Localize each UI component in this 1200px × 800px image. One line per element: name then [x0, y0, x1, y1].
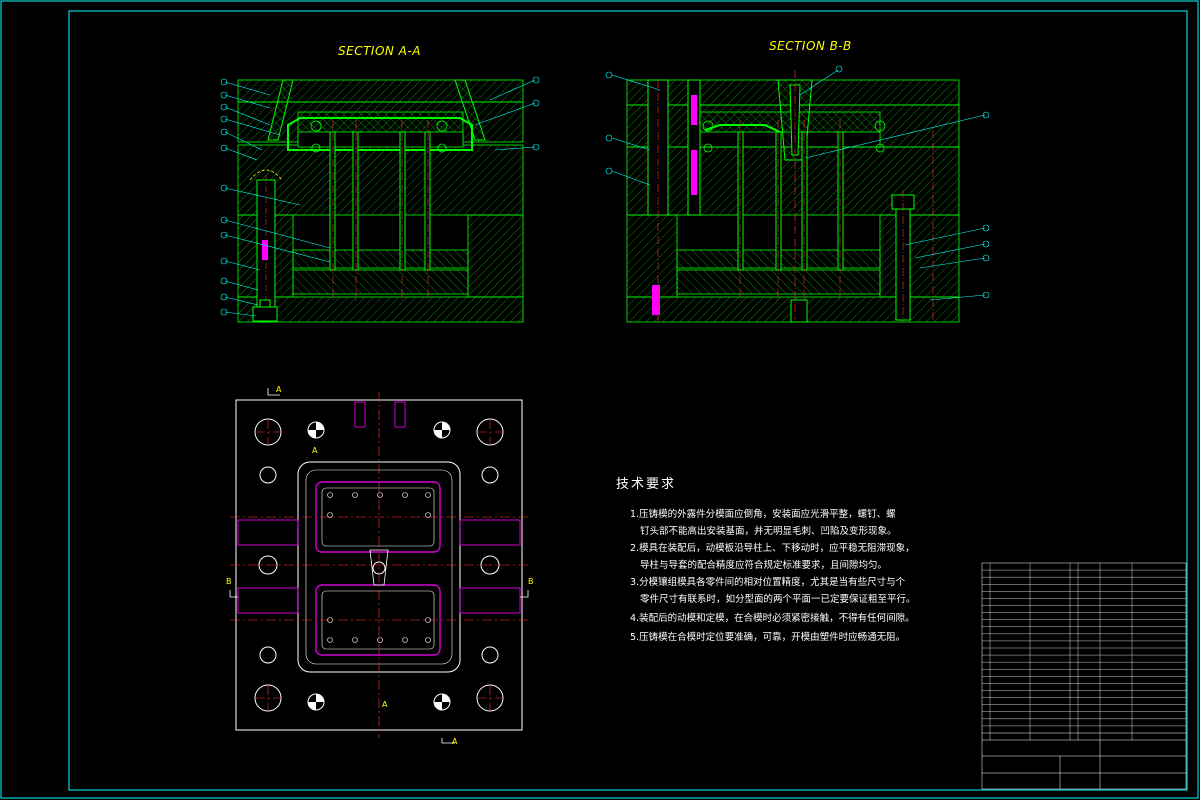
tech-line-4: 导柱与导套的配合精度应符合规定标准要求，且间隙均匀。 — [640, 560, 888, 571]
tech-line-3: 2.模具在装配后，动模板沿导柱上、下移动时，应平稳无阻滞现象， — [630, 543, 915, 554]
title-block — [981, 562, 1187, 790]
section-mark-top-a: A — [276, 385, 282, 394]
section-b-title: SECTION B-B — [769, 39, 852, 53]
tech-line-8: 5.压铸模在合模时定位要准确，可靠，开模由塑件时应畅通无阻。 — [630, 632, 906, 643]
section-mark-right-b: B — [528, 577, 534, 586]
title-block-rows — [982, 563, 1186, 740]
section-mark-inner-a2: A — [382, 700, 388, 709]
tech-line-5: 3.分模镶组模具各零件间的相对位置精度，尤其是当有些尺寸与个 — [630, 577, 906, 588]
section-mark-bottom-a: A — [452, 737, 458, 746]
tech-requirements-title: 技术要求 — [616, 477, 677, 492]
section-mark-inner-a1: A — [312, 446, 318, 455]
section-b-b-view — [605, 65, 990, 323]
outer-border — [0, 0, 1199, 799]
plan-view — [229, 388, 529, 744]
tech-line-1: 1.压铸模的外露件分模面应倒角，安装面应光滑平整，螺钉、螺 — [630, 509, 896, 520]
tech-line-2: 钉头部不能高出安装基面，并无明显毛刺、凹陷及变形现象。 — [640, 526, 897, 537]
section-a-a-view — [220, 76, 540, 323]
section-mark-left-b: B — [226, 577, 232, 586]
section-a-title: SECTION A-A — [338, 44, 421, 58]
tech-line-7: 4.装配后的动模和定模，在合模时必须紧密接触，不得有任何间隙。 — [630, 613, 915, 624]
cad-drawing-canvas — [0, 0, 1200, 800]
tech-line-6: 零件尺寸有联系时，如分型面的两个平面一已定要保证粗至平行。 — [640, 594, 916, 605]
